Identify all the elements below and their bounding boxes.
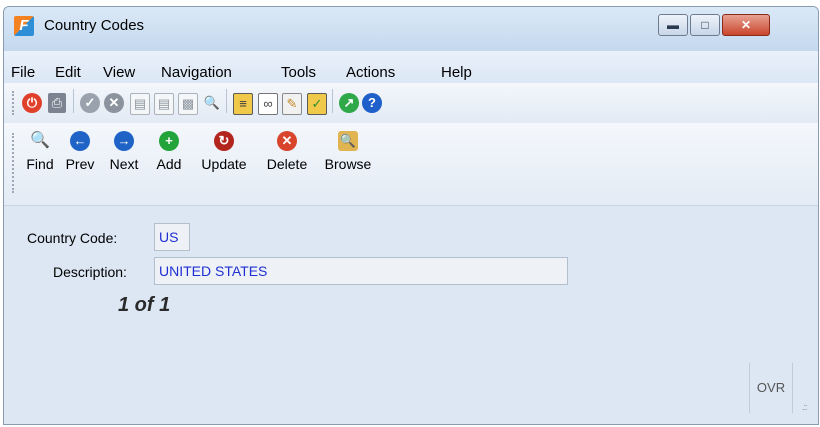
add-label: Add — [156, 156, 182, 172]
menu-view[interactable]: View — [103, 64, 135, 81]
cancel-icon[interactable]: ✕ — [104, 93, 124, 113]
magnifier-icon: 🔍 — [30, 132, 50, 149]
toolbar-grip[interactable] — [12, 133, 17, 193]
arrow-left-icon: ← — [70, 131, 90, 151]
menu-bar: File Edit View Navigation Tools Actions … — [4, 51, 818, 83]
find-label: Find — [26, 156, 54, 172]
find-button[interactable]: 🔍 Find — [20, 131, 60, 172]
country-code-field[interactable]: US — [154, 223, 190, 251]
plus-icon: + — [159, 131, 179, 151]
paste-doc-icon[interactable]: ▤ — [154, 93, 174, 115]
menu-navigation[interactable]: Navigation — [161, 64, 232, 81]
browse-button[interactable]: 🔍 Browse — [318, 131, 378, 172]
menu-tools[interactable]: Tools — [281, 64, 316, 81]
power-icon[interactable]: ⏻ — [22, 93, 42, 113]
standard-toolbar: ⏻ ⎙ ✓ ✕ ▤ ▤ ▩ 🔍 ≡ ∞ ✎ ✓ ↗ ? — [4, 83, 818, 124]
form-area: Country Code: US Description: UNITED STA… — [4, 206, 818, 424]
country-code-label: Country Code: — [27, 230, 118, 246]
browse-label: Browse — [324, 156, 372, 172]
refresh-icon: ↻ — [214, 131, 234, 151]
prev-button[interactable]: ← Prev — [60, 131, 100, 172]
notes-icon[interactable]: ≡ — [233, 93, 253, 115]
help-icon[interactable]: ? — [362, 93, 382, 113]
update-label: Update — [201, 156, 247, 172]
arrow-right-icon: → — [114, 131, 134, 151]
overwrite-mode-indicator: OVR — [749, 363, 793, 413]
select-doc-icon[interactable]: ▩ — [178, 93, 198, 115]
toolbar-grip[interactable] — [12, 91, 17, 115]
report-icon[interactable]: ✎ — [282, 93, 302, 115]
folder-search-icon: 🔍 — [338, 131, 358, 151]
delete-x-icon: ✕ — [277, 131, 297, 151]
maximize-button[interactable]: □ — [690, 14, 720, 36]
checklist-icon[interactable]: ✓ — [307, 93, 327, 115]
menu-edit[interactable]: Edit — [55, 64, 81, 81]
attachment-icon[interactable]: ∞ — [258, 93, 278, 115]
zoom-icon[interactable]: 🔍 — [203, 93, 221, 113]
description-field[interactable]: UNITED STATES — [154, 257, 568, 285]
chart-icon[interactable]: ↗ — [339, 93, 359, 113]
window-title: Country Codes — [44, 17, 145, 34]
menu-help[interactable]: Help — [441, 64, 472, 81]
delete-label: Delete — [266, 156, 308, 172]
ok-icon[interactable]: ✓ — [80, 93, 100, 113]
prev-label: Prev — [65, 156, 95, 172]
menu-actions[interactable]: Actions — [346, 64, 395, 81]
next-label: Next — [109, 156, 139, 172]
delete-button[interactable]: ✕ Delete — [260, 131, 314, 172]
resize-grip-icon[interactable]: .:: — [802, 402, 807, 412]
print-icon[interactable]: ⎙ — [48, 93, 66, 113]
update-button[interactable]: ↻ Update — [192, 131, 256, 172]
app-logo-icon: F — [14, 16, 34, 36]
minimize-button[interactable]: ▬ — [658, 14, 688, 36]
record-count: 1 of 1 — [118, 294, 171, 316]
menu-file[interactable]: File — [11, 64, 35, 81]
navigation-toolbar: 🔍 Find ← Prev → Next + Add ↻ Update ✕ De… — [4, 123, 818, 206]
close-button[interactable]: ✕ — [722, 14, 770, 36]
copy-doc-icon[interactable]: ▤ — [130, 93, 150, 115]
title-bar: F Country Codes ▬ □ ✕ — [4, 7, 818, 51]
description-label: Description: — [53, 264, 127, 280]
next-button[interactable]: → Next — [100, 131, 148, 172]
add-button[interactable]: + Add — [148, 131, 190, 172]
country-codes-window: F Country Codes ▬ □ ✕ File Edit View Nav… — [3, 6, 819, 425]
